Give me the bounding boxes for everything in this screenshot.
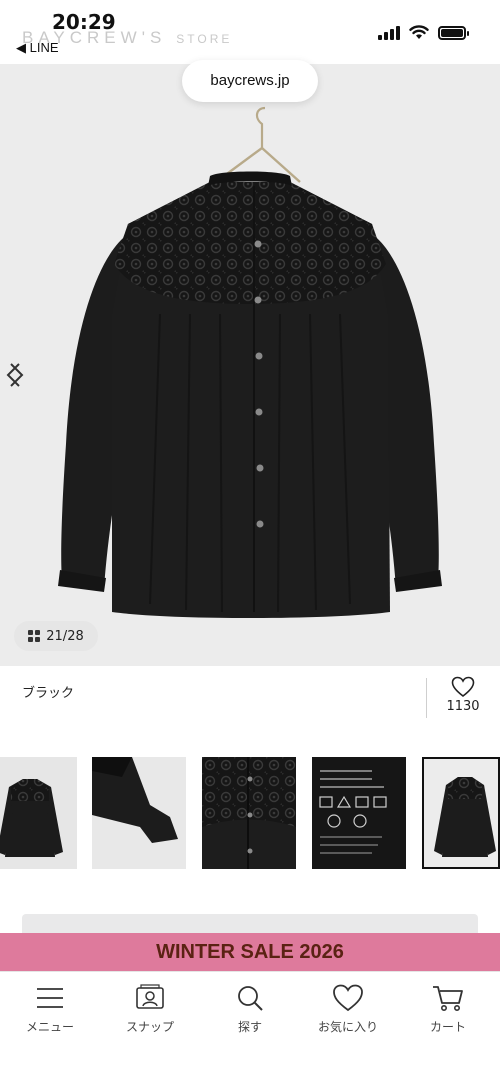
blouse-photo <box>58 106 442 618</box>
nav-favorites[interactable]: お気に入り <box>298 984 398 1035</box>
bottom-navigation: メニュー スナップ 探す お気に入り カート <box>0 971 500 1080</box>
product-page: BAYCREW'S STORE 20:29 ◀ LINE baycrews.jp… <box>0 0 500 1080</box>
image-counter-badge[interactable]: 21/28 <box>14 621 98 651</box>
signal-icon <box>378 25 400 40</box>
sale-banner[interactable]: WINTER SALE 2026 <box>0 933 500 971</box>
favorite-button[interactable]: 1130 <box>440 676 486 714</box>
nav-snap[interactable]: スナップ <box>100 984 200 1035</box>
nav-menu[interactable]: メニュー <box>0 984 100 1035</box>
snap-icon <box>136 984 164 1009</box>
nav-menu-label: メニュー <box>25 1020 74 1034</box>
thumbnail-sleeve-detail[interactable] <box>92 757 186 869</box>
favorite-count: 1130 <box>446 699 480 714</box>
heart-icon <box>451 676 475 698</box>
back-to-line-link[interactable]: ◀ LINE <box>16 40 59 56</box>
next-image-arrow[interactable] <box>0 360 30 390</box>
image-counter-text: 21/28 <box>46 628 84 644</box>
menu-icon <box>37 988 63 1008</box>
status-bar: BAYCREW'S STORE 20:29 ◀ LINE <box>0 0 500 62</box>
thumbnail-front-view[interactable] <box>0 757 77 869</box>
search-icon <box>238 986 263 1011</box>
nav-snap-label: スナップ <box>125 1020 174 1034</box>
nav-cart[interactable]: カート <box>398 984 498 1035</box>
nav-favorites-label: お気に入り <box>317 1020 378 1034</box>
divider <box>426 678 427 718</box>
thumbnail-strip[interactable] <box>0 752 500 872</box>
thumbnail-lace-detail[interactable] <box>202 757 296 869</box>
color-selection-row: ブラック 1130 <box>0 666 500 732</box>
url-bar[interactable]: baycrews.jp <box>182 60 318 102</box>
brand-store: STORE <box>176 32 233 46</box>
nav-search[interactable]: 探す <box>200 984 300 1035</box>
nav-cart-label: カート <box>429 1020 466 1034</box>
status-time: 20:29 <box>52 10 116 34</box>
grid-icon <box>28 630 41 642</box>
wifi-icon <box>409 25 429 39</box>
nav-search-label: 探す <box>237 1020 262 1034</box>
thumbnail-care-label[interactable] <box>312 757 406 869</box>
status-icons <box>378 25 469 40</box>
color-name: ブラック <box>22 686 75 701</box>
heart-icon <box>333 984 363 1012</box>
thumbnail-back-view-selected[interactable] <box>422 757 500 869</box>
cart-icon <box>433 986 463 1011</box>
product-image-carousel[interactable] <box>0 64 500 666</box>
battery-icon <box>438 25 469 40</box>
